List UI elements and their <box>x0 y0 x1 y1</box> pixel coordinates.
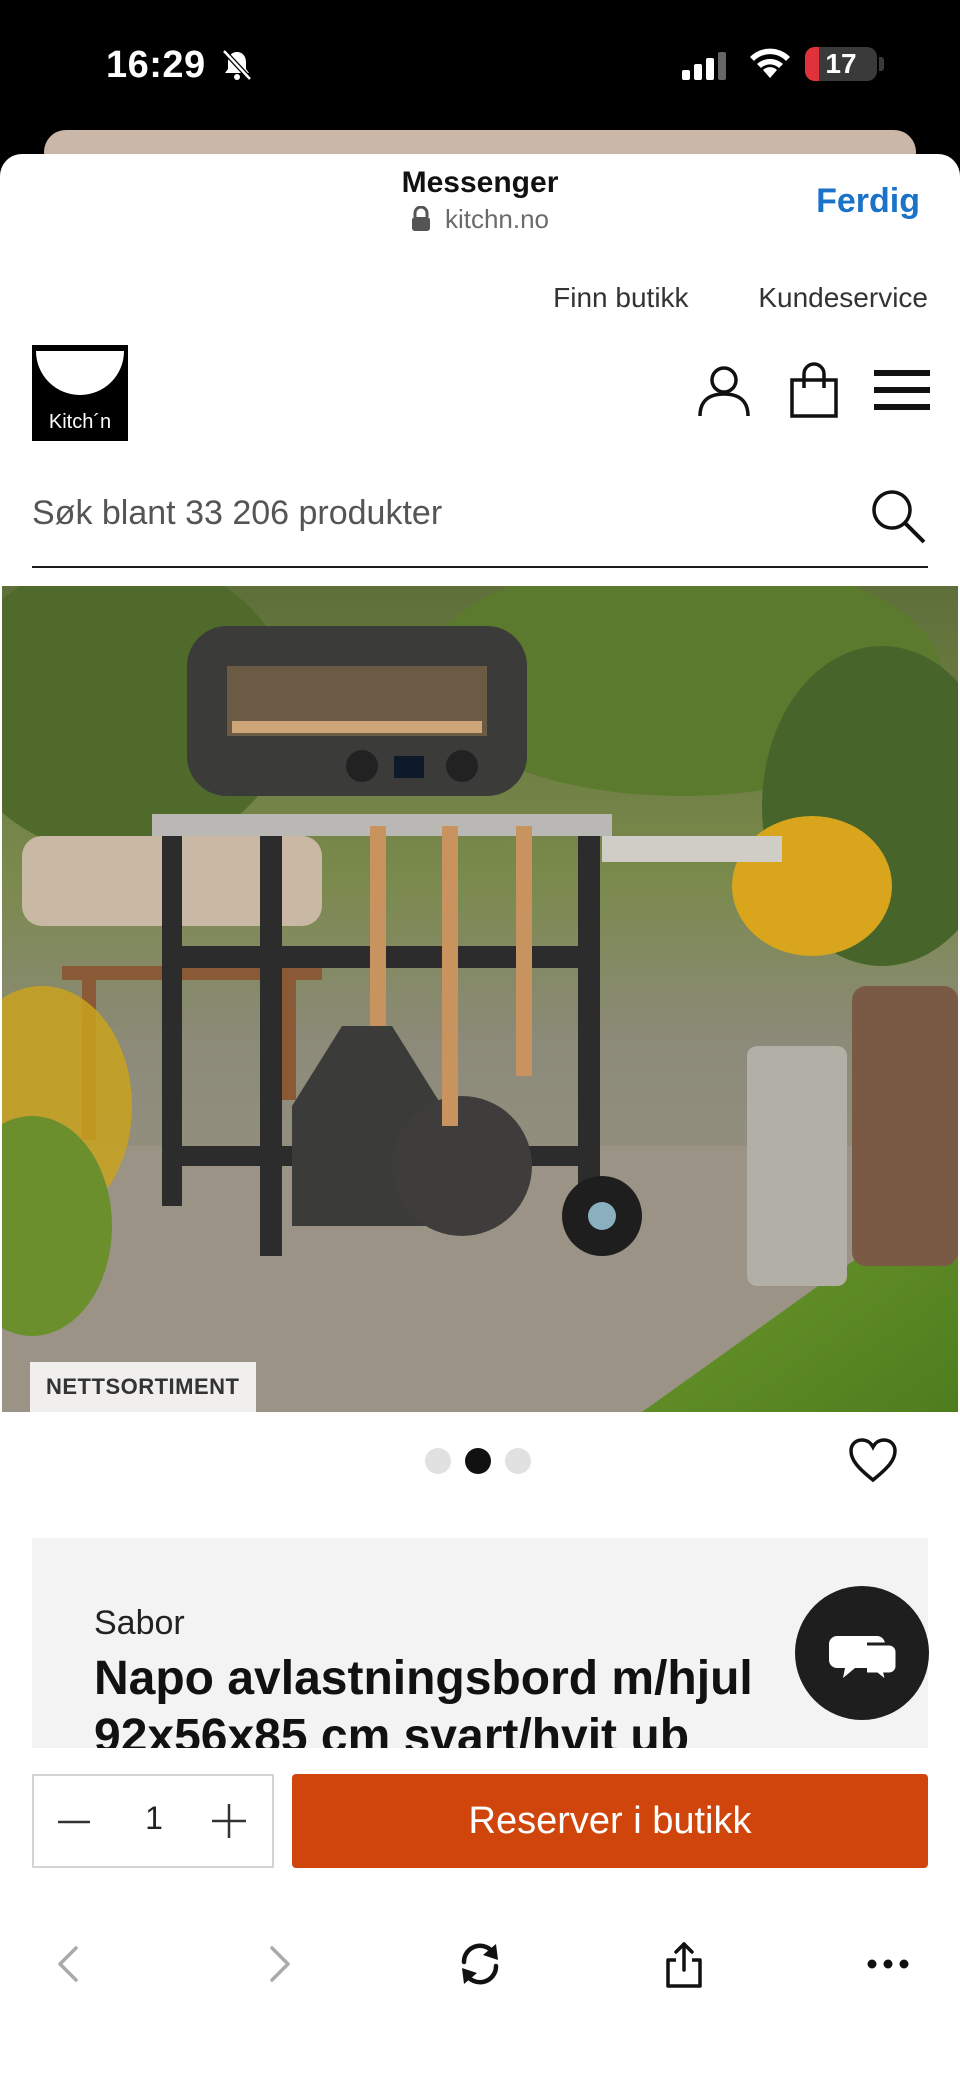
product-title-line1: Napo avlastningsbord m/hjul <box>94 1652 753 1705</box>
more-icon[interactable] <box>864 1940 912 1988</box>
gallery-dot-active[interactable] <box>465 1448 491 1474</box>
gallery-dot[interactable] <box>425 1448 451 1474</box>
browser-toolbar <box>0 1898 960 2081</box>
quantity-value[interactable]: 1 <box>114 1800 194 1837</box>
quantity-stepper: 1 <box>32 1774 274 1868</box>
product-title: Napo avlastningsbord m/hjul 92x56x85 cm … <box>94 1650 753 1748</box>
customer-service-link[interactable]: Kundeservice <box>758 282 928 313</box>
product-title-line2: 92x56x85 cm svart/hvit ub <box>94 1710 690 1748</box>
search-input[interactable]: Søk blant 33 206 produkter <box>32 464 928 568</box>
product-brand[interactable]: Sabor <box>94 1604 185 1643</box>
forward-icon[interactable] <box>254 1940 302 1988</box>
product-info-card: Sabor Napo avlastningsbord m/hjul 92x56x… <box>32 1538 928 1748</box>
chat-button[interactable] <box>795 1586 929 1720</box>
top-links: Finn butikk Kundeservice <box>491 282 928 314</box>
gallery-dot[interactable] <box>505 1448 531 1474</box>
share-icon[interactable] <box>660 1940 708 1988</box>
browser-url-text: kitchn.no <box>444 204 550 234</box>
battery-icon: 17 <box>805 47 877 81</box>
browser-header: Messenger kitchn.no Ferdig <box>0 154 960 254</box>
user-icon[interactable] <box>694 360 754 420</box>
product-image[interactable] <box>2 586 958 1412</box>
hamburger-menu-icon[interactable] <box>872 360 932 420</box>
nettsortiment-badge: NETTSORTIMENT <box>30 1362 256 1412</box>
search-icon[interactable] <box>868 486 928 546</box>
reload-icon[interactable] <box>456 1940 504 1988</box>
plus-icon[interactable] <box>210 1802 248 1840</box>
cellular-signal-icon <box>682 52 726 80</box>
heart-icon[interactable] <box>848 1436 898 1486</box>
back-icon[interactable] <box>46 1940 94 1988</box>
done-button[interactable]: Ferdig <box>816 182 920 221</box>
status-bar: 16:29 17 <box>0 0 960 130</box>
search-placeholder: Søk blant 33 206 produkter <box>32 494 443 532</box>
lock-icon <box>411 206 430 231</box>
bell-slash-icon <box>222 49 252 81</box>
kitchn-logo[interactable]: Kitch´n <box>32 345 128 441</box>
find-store-link[interactable]: Finn butikk <box>553 282 688 313</box>
reserve-in-store-button[interactable]: Reserver i butikk <box>292 1774 928 1868</box>
battery-level: 17 <box>825 48 857 79</box>
wifi-icon <box>750 48 790 78</box>
minus-icon[interactable] <box>56 1804 92 1840</box>
status-time: 16:29 <box>106 44 206 86</box>
browser-sheet: Messenger kitchn.no Ferdig Finn butikk K… <box>0 154 960 2081</box>
purchase-bar: 1 Reserver i butikk <box>0 1748 960 1898</box>
shopping-bag-icon[interactable] <box>784 360 844 420</box>
logo-text: Kitch´n <box>48 411 112 433</box>
